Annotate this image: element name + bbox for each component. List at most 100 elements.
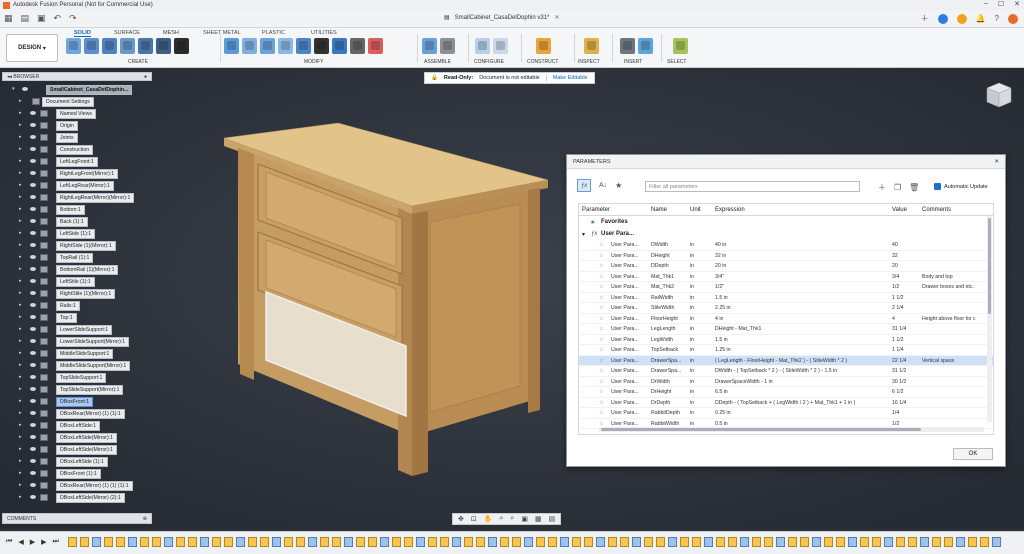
visibility-eye-icon[interactable] bbox=[30, 351, 36, 355]
expand-arrow-icon[interactable]: ▸ bbox=[19, 242, 22, 248]
expand-arrow-icon[interactable]: ▸ bbox=[19, 314, 22, 320]
timeline-feature-icon[interactable] bbox=[944, 537, 953, 547]
visibility-eye-icon[interactable] bbox=[30, 219, 36, 223]
expand-arrow-icon[interactable]: ▸ bbox=[19, 434, 22, 440]
document-tab[interactable]: ▤ SmallCabinet_CasaDelDophin v31* ✕ bbox=[444, 14, 559, 22]
shell-icon[interactable] bbox=[278, 38, 293, 54]
timeline-feature-icon[interactable] bbox=[164, 537, 173, 547]
timeline-feature-icon[interactable] bbox=[344, 537, 353, 547]
cell-name[interactable]: DHeight bbox=[651, 253, 670, 259]
dialog-close-icon[interactable]: ✕ bbox=[994, 159, 999, 165]
fillet-icon[interactable] bbox=[242, 38, 257, 54]
expand-arrow-icon[interactable]: ▸ bbox=[19, 470, 22, 476]
browser-node[interactable]: ▸ RightLegFront(Mirror):1 bbox=[2, 167, 152, 179]
file-menu-icon[interactable]: ▤ bbox=[21, 13, 30, 24]
expand-arrow-icon[interactable]: ▸ bbox=[19, 266, 22, 272]
timeline-feature-icon[interactable] bbox=[728, 537, 737, 547]
timeline-feature-icon[interactable] bbox=[296, 537, 305, 547]
close-tab-icon[interactable]: ✕ bbox=[554, 14, 559, 21]
visibility-eye-icon[interactable] bbox=[30, 255, 36, 259]
table-row[interactable]: ☆ User Para... RailWidth in 1.5 in 1 1/2 bbox=[579, 293, 993, 303]
tab-plastic[interactable]: PLASTIC bbox=[262, 30, 285, 36]
favorite-star-icon[interactable]: ☆ bbox=[599, 242, 604, 248]
browser-node[interactable]: ▸ TopRail (1):1 bbox=[2, 251, 152, 263]
fx-filter-button[interactable]: ƒx bbox=[577, 179, 591, 192]
visibility-eye-icon[interactable] bbox=[30, 171, 36, 175]
select-icon[interactable] bbox=[673, 38, 688, 54]
document-settings-node[interactable]: ▸ Document Settings bbox=[2, 95, 152, 107]
timeline-feature-icon[interactable] bbox=[308, 537, 317, 547]
hole-icon[interactable] bbox=[120, 38, 135, 54]
favorite-star-icon[interactable]: ☆ bbox=[599, 379, 604, 385]
expand-arrow-icon[interactable]: ▸ bbox=[19, 254, 22, 260]
timeline-feature-icon[interactable] bbox=[548, 537, 557, 547]
create-sketch-icon[interactable] bbox=[66, 38, 81, 54]
group-create[interactable]: CREATE bbox=[128, 59, 148, 65]
physical-material-icon[interactable] bbox=[368, 38, 383, 54]
timeline-feature-icon[interactable] bbox=[716, 537, 725, 547]
minimize-icon[interactable]: – bbox=[984, 0, 988, 8]
visibility-eye-icon[interactable] bbox=[22, 87, 28, 91]
timeline-feature-icon[interactable] bbox=[380, 537, 389, 547]
favorite-star-icon[interactable]: ☆ bbox=[599, 400, 604, 406]
expand-arrow-icon[interactable]: ▸ bbox=[19, 458, 22, 464]
favorite-star-icon[interactable]: ☆ bbox=[599, 305, 604, 311]
favorite-star-icon[interactable]: ☆ bbox=[599, 284, 604, 290]
visibility-eye-icon[interactable] bbox=[30, 387, 36, 391]
table-row[interactable]: ☆ User Para... DDepth in 20 in 20 bbox=[579, 261, 993, 272]
timeline-feature-icon[interactable] bbox=[908, 537, 917, 547]
table-row[interactable]: ☆ User Para... LegLength in DHeight - Mat_Th… bbox=[579, 324, 993, 335]
cell-expr[interactable]: DrawerSpaceWidth - 1 in bbox=[715, 379, 773, 385]
cell-name[interactable]: Mat_Thk2 bbox=[651, 284, 674, 290]
expand-arrow-icon[interactable]: ▸ bbox=[19, 386, 22, 392]
help-icon[interactable]: ? bbox=[995, 14, 999, 23]
visibility-eye-icon[interactable] bbox=[30, 447, 36, 451]
joint-icon[interactable] bbox=[440, 38, 455, 54]
timeline-features[interactable] bbox=[68, 537, 1001, 547]
look-at-icon[interactable]: ⊡ bbox=[471, 515, 477, 523]
browser-node[interactable]: ▸ DBoxLeftSide (1):1 bbox=[2, 455, 152, 467]
expand-arrow-icon[interactable]: ▸ bbox=[19, 170, 22, 176]
timeline-feature-icon[interactable] bbox=[80, 537, 89, 547]
timeline-feature-icon[interactable] bbox=[884, 537, 893, 547]
favorite-star-icon[interactable]: ☆ bbox=[599, 337, 604, 343]
cell-expr[interactable]: 3/4" bbox=[715, 274, 724, 280]
timeline-feature-icon[interactable] bbox=[404, 537, 413, 547]
timeline-feature-icon[interactable] bbox=[752, 537, 761, 547]
expand-arrow-icon[interactable]: ▸ bbox=[19, 302, 22, 308]
browser-node[interactable]: ▸ Named Views bbox=[2, 107, 152, 119]
group-assemble[interactable]: ASSEMBLE bbox=[424, 59, 451, 65]
timeline-feature-icon[interactable] bbox=[272, 537, 281, 547]
expand-arrow-icon[interactable]: ▸ bbox=[19, 362, 22, 368]
expand-arrow-icon[interactable]: ▸ bbox=[19, 482, 22, 488]
expand-arrow-icon[interactable]: ▸ bbox=[19, 338, 22, 344]
visibility-eye-icon[interactable] bbox=[30, 471, 36, 475]
copy-parameter-icon[interactable]: ❐ bbox=[894, 183, 901, 192]
viewports-icon[interactable]: ▤ bbox=[549, 515, 556, 523]
visibility-eye-icon[interactable] bbox=[30, 483, 36, 487]
configure-icon[interactable] bbox=[475, 38, 490, 54]
cell-expr[interactable]: 1.5 in bbox=[715, 295, 728, 301]
visibility-eye-icon[interactable] bbox=[30, 243, 36, 247]
offset-plane-icon[interactable] bbox=[536, 38, 551, 54]
favorite-star-icon[interactable]: ☆ bbox=[599, 263, 604, 269]
timeline-feature-icon[interactable] bbox=[356, 537, 365, 547]
press-pull-icon[interactable] bbox=[224, 38, 239, 54]
cell-name[interactable]: RailWidth bbox=[651, 295, 673, 301]
insert-canvas-icon[interactable] bbox=[638, 38, 653, 54]
visibility-eye-icon[interactable] bbox=[30, 111, 36, 115]
timeline-feature-icon[interactable] bbox=[560, 537, 569, 547]
expand-arrow-icon[interactable]: ▸ bbox=[19, 494, 22, 500]
browser-node[interactable]: ▸ DBoxFront (1):1 bbox=[2, 467, 152, 479]
visibility-eye-icon[interactable] bbox=[30, 147, 36, 151]
timeline-feature-icon[interactable] bbox=[620, 537, 629, 547]
table-row[interactable]: ☆ User Para... DWidth in 40 in 40 bbox=[579, 240, 993, 251]
cell-name[interactable]: DDepth bbox=[651, 263, 669, 269]
visibility-eye-icon[interactable] bbox=[30, 291, 36, 295]
tab-utilities[interactable]: UTILITIES bbox=[311, 30, 337, 36]
browser-node[interactable]: ▸ Back (1):1 bbox=[2, 215, 152, 227]
timeline-feature-icon[interactable] bbox=[872, 537, 881, 547]
cell-expr[interactable]: 20 in bbox=[715, 263, 726, 269]
account-avatar[interactable] bbox=[1008, 13, 1018, 24]
table-row[interactable]: ☆ User Para... Mat_Thk2 in 1/2" 1/2 Drawer box… bbox=[579, 282, 993, 293]
